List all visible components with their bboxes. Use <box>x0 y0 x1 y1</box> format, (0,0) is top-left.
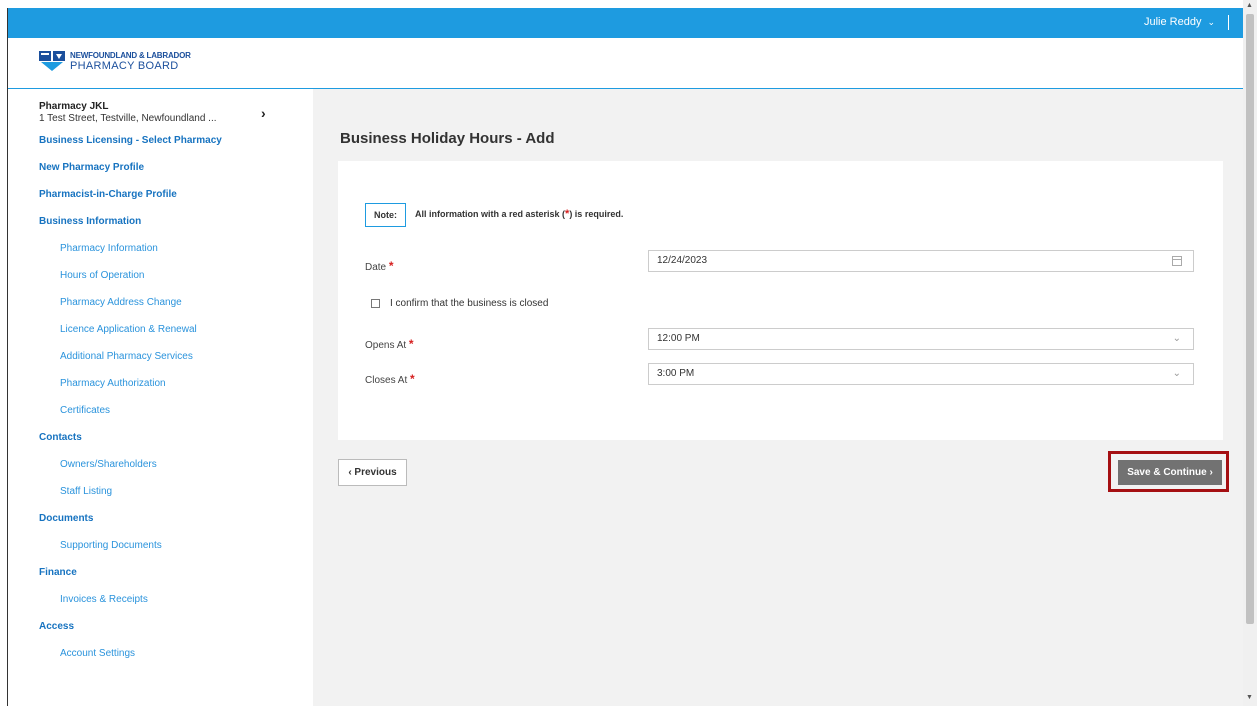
scroll-up-icon[interactable]: ▲ <box>1246 2 1253 9</box>
scrollbar[interactable]: ▲ ▼ <box>1243 0 1257 706</box>
sidebar-item-supporting-documents[interactable]: Supporting Documents <box>60 540 162 551</box>
sidebar-item-documents[interactable]: Documents <box>39 513 93 524</box>
sidebar-item-owners-shareholders[interactable]: Owners/Shareholders <box>60 459 157 470</box>
sidebar-item-pharmacy-authorization[interactable]: Pharmacy Authorization <box>60 378 166 389</box>
date-input[interactable]: 12/24/2023 <box>648 250 1194 272</box>
save-continue-button[interactable]: Save & Continue › <box>1118 460 1222 485</box>
sidebar-item-address-change[interactable]: Pharmacy Address Change <box>60 297 182 308</box>
sidebar-item-new-pharmacy-profile[interactable]: New Pharmacy Profile <box>39 162 144 173</box>
opens-at-label: Opens At * <box>365 337 414 351</box>
sidebar-item-contacts[interactable]: Contacts <box>39 432 82 443</box>
closed-checkbox-label[interactable]: I confirm that the business is closed <box>390 298 548 309</box>
sidebar-item-invoices-receipts[interactable]: Invoices & Receipts <box>60 594 148 605</box>
scroll-down-icon[interactable]: ▼ <box>1246 694 1253 701</box>
sidebar-item-hours-of-operation[interactable]: Hours of Operation <box>60 270 145 281</box>
sidebar-item-pic-profile[interactable]: Pharmacist-in-Charge Profile <box>39 189 177 200</box>
date-label-text: Date <box>365 262 387 273</box>
sidebar-item-additional-services[interactable]: Additional Pharmacy Services <box>60 351 193 362</box>
chevron-down-icon: ⌄ <box>1172 368 1181 379</box>
form-card: Note: All information with a red asteris… <box>338 161 1223 440</box>
scroll-thumb[interactable] <box>1246 14 1254 624</box>
required-asterisk-icon: * <box>388 259 394 273</box>
main-content: Business Holiday Hours - Add Note: All i… <box>313 89 1243 706</box>
top-bar: Julie Reddy ⌄ <box>8 8 1243 38</box>
shield-logo-icon <box>39 51 65 71</box>
date-value: 12/24/2023 <box>657 255 708 266</box>
closed-checkbox[interactable] <box>371 299 380 308</box>
chevron-down-icon: ⌄ <box>1207 16 1215 27</box>
pharmacy-name: Pharmacy JKL <box>39 101 109 112</box>
sidebar-item-business-information[interactable]: Business Information <box>39 216 141 227</box>
previous-button[interactable]: ‹ Previous <box>338 459 407 486</box>
logo-line2: PHARMACY BOARD <box>70 60 179 72</box>
note-text-post: ) is required. <box>569 209 624 219</box>
user-menu[interactable]: Julie Reddy ⌄ <box>1144 16 1215 28</box>
pharmacy-selector[interactable]: Pharmacy JKL 1 Test Street, Testville, N… <box>39 101 279 124</box>
sidebar-item-licence-application[interactable]: Licence Application & Renewal <box>60 324 197 335</box>
required-note: All information with a red asterisk (*) … <box>415 208 623 220</box>
sidebar-item-certificates[interactable]: Certificates <box>60 405 110 416</box>
date-label: Date * <box>365 259 394 273</box>
page-title: Business Holiday Hours - Add <box>340 130 555 147</box>
opens-at-label-text: Opens At <box>365 340 407 351</box>
opens-at-select[interactable]: 12:00 PM ⌄ <box>648 328 1194 350</box>
app-frame: Julie Reddy ⌄ NEWFOUNDLAND & LABRADOR PH… <box>8 8 1243 706</box>
separator <box>1228 15 1229 30</box>
sidebar-item-business-licensing[interactable]: Business Licensing - Select Pharmacy <box>39 135 222 146</box>
sidebar-item-pharmacy-information[interactable]: Pharmacy Information <box>60 243 158 254</box>
calendar-icon[interactable] <box>1172 256 1182 266</box>
chevron-down-icon: ⌄ <box>1172 333 1181 344</box>
note-badge: Note: <box>365 203 406 227</box>
user-name: Julie Reddy <box>1143 16 1202 28</box>
logo[interactable]: NEWFOUNDLAND & LABRADOR PHARMACY BOARD <box>38 50 191 72</box>
required-asterisk-icon: * <box>410 372 415 386</box>
logo-bar: NEWFOUNDLAND & LABRADOR PHARMACY BOARD <box>8 38 1243 89</box>
opens-at-value: 12:00 PM <box>657 333 700 344</box>
closes-at-label: Closes At * <box>365 372 415 386</box>
closes-at-label-text: Closes At <box>365 375 408 386</box>
closes-at-select[interactable]: 3:00 PM ⌄ <box>648 363 1194 385</box>
note-text-pre: All information with a red asterisk ( <box>415 209 566 219</box>
chevron-right-icon[interactable]: › <box>261 105 266 121</box>
sidebar-item-staff-listing[interactable]: Staff Listing <box>60 486 112 497</box>
required-asterisk-icon: * <box>408 337 414 351</box>
sidebar-item-access[interactable]: Access <box>39 621 74 632</box>
sidebar: Pharmacy JKL 1 Test Street, Testville, N… <box>8 89 313 706</box>
closes-at-value: 3:00 PM <box>657 368 695 379</box>
sidebar-item-finance[interactable]: Finance <box>39 567 77 578</box>
sidebar-item-account-settings[interactable]: Account Settings <box>60 648 135 659</box>
pharmacy-address: 1 Test Street, Testville, Newfoundland .… <box>39 113 217 124</box>
